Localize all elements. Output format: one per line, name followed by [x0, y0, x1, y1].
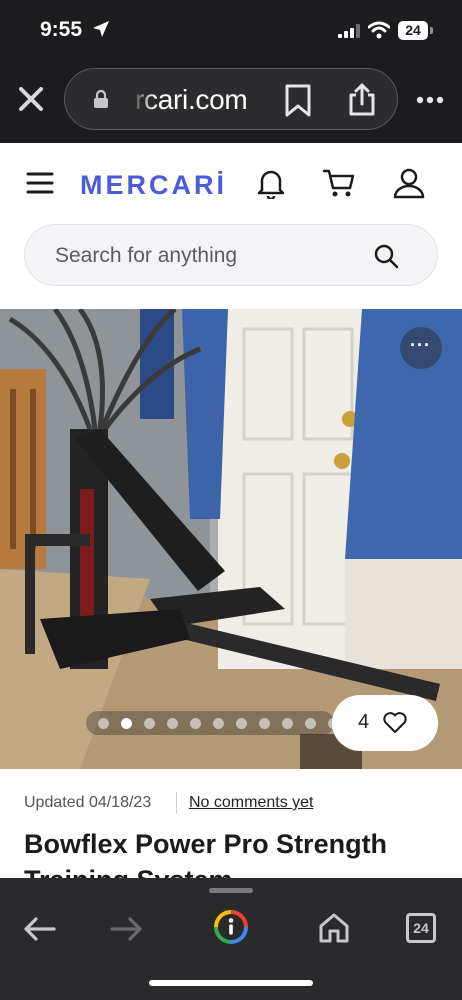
product-photo[interactable]: ··· 4: [0, 309, 462, 769]
battery-tip: [430, 27, 433, 34]
pagination-dot[interactable]: [190, 718, 201, 729]
mercari-logo[interactable]: MERCARİ: [80, 170, 227, 201]
home-icon[interactable]: [318, 912, 350, 944]
comments-link[interactable]: No comments yet: [189, 794, 313, 812]
search-icon[interactable]: [373, 243, 399, 269]
status-bar: 9:55 24: [0, 0, 462, 60]
pagination-dot[interactable]: [144, 718, 155, 729]
lock-icon: [94, 89, 108, 108]
meta-divider: [176, 792, 177, 814]
pagination-dot[interactable]: [167, 718, 178, 729]
pagination-dot[interactable]: [236, 718, 247, 729]
url-fade: [131, 81, 155, 119]
photo-more-label: ···: [410, 335, 431, 355]
status-time: 9:55: [40, 18, 83, 41]
pagination-dot[interactable]: [98, 718, 109, 729]
pagination-dot[interactable]: [213, 718, 224, 729]
battery-indicator: 24: [398, 21, 428, 40]
bookmark-icon[interactable]: [283, 84, 313, 118]
pagination-dot[interactable]: [282, 718, 293, 729]
like-count: 4: [358, 711, 370, 733]
browser-top-bar: 9:55 24 rcari.com: [0, 0, 462, 143]
search-input[interactable]: Search for anything: [24, 224, 438, 286]
close-icon[interactable]: [16, 84, 46, 114]
forward-icon[interactable]: [110, 916, 144, 942]
address-bar[interactable]: rcari.com: [64, 68, 398, 130]
updated-date: Updated 04/18/23: [24, 794, 152, 811]
signal-icon: [338, 24, 360, 38]
wifi-icon: [368, 21, 390, 39]
sheet-grabber[interactable]: [209, 888, 253, 893]
user-icon[interactable]: [392, 167, 426, 199]
location-arrow-icon: [93, 21, 109, 37]
hamburger-icon[interactable]: [26, 171, 54, 195]
back-icon[interactable]: [22, 916, 56, 942]
browser-bottom-bar: 24: [0, 878, 462, 1000]
bell-icon[interactable]: [256, 167, 286, 199]
pagination-dot[interactable]: [259, 718, 270, 729]
photo-more-button[interactable]: ···: [400, 327, 442, 369]
tabs-icon[interactable]: 24: [406, 913, 436, 943]
google-icon[interactable]: [213, 909, 249, 945]
cart-icon[interactable]: [322, 167, 356, 199]
more-icon[interactable]: [416, 96, 444, 104]
home-indicator: [149, 980, 313, 986]
heart-icon: [383, 712, 407, 733]
pagination-dot[interactable]: [121, 718, 132, 729]
share-icon[interactable]: [347, 83, 377, 117]
site-header: MERCARİ Search for anything: [0, 143, 462, 309]
like-button[interactable]: 4: [332, 695, 438, 751]
search-placeholder: Search for anything: [55, 244, 238, 267]
photo-pagination[interactable]: [86, 711, 339, 735]
pagination-dot[interactable]: [305, 718, 316, 729]
